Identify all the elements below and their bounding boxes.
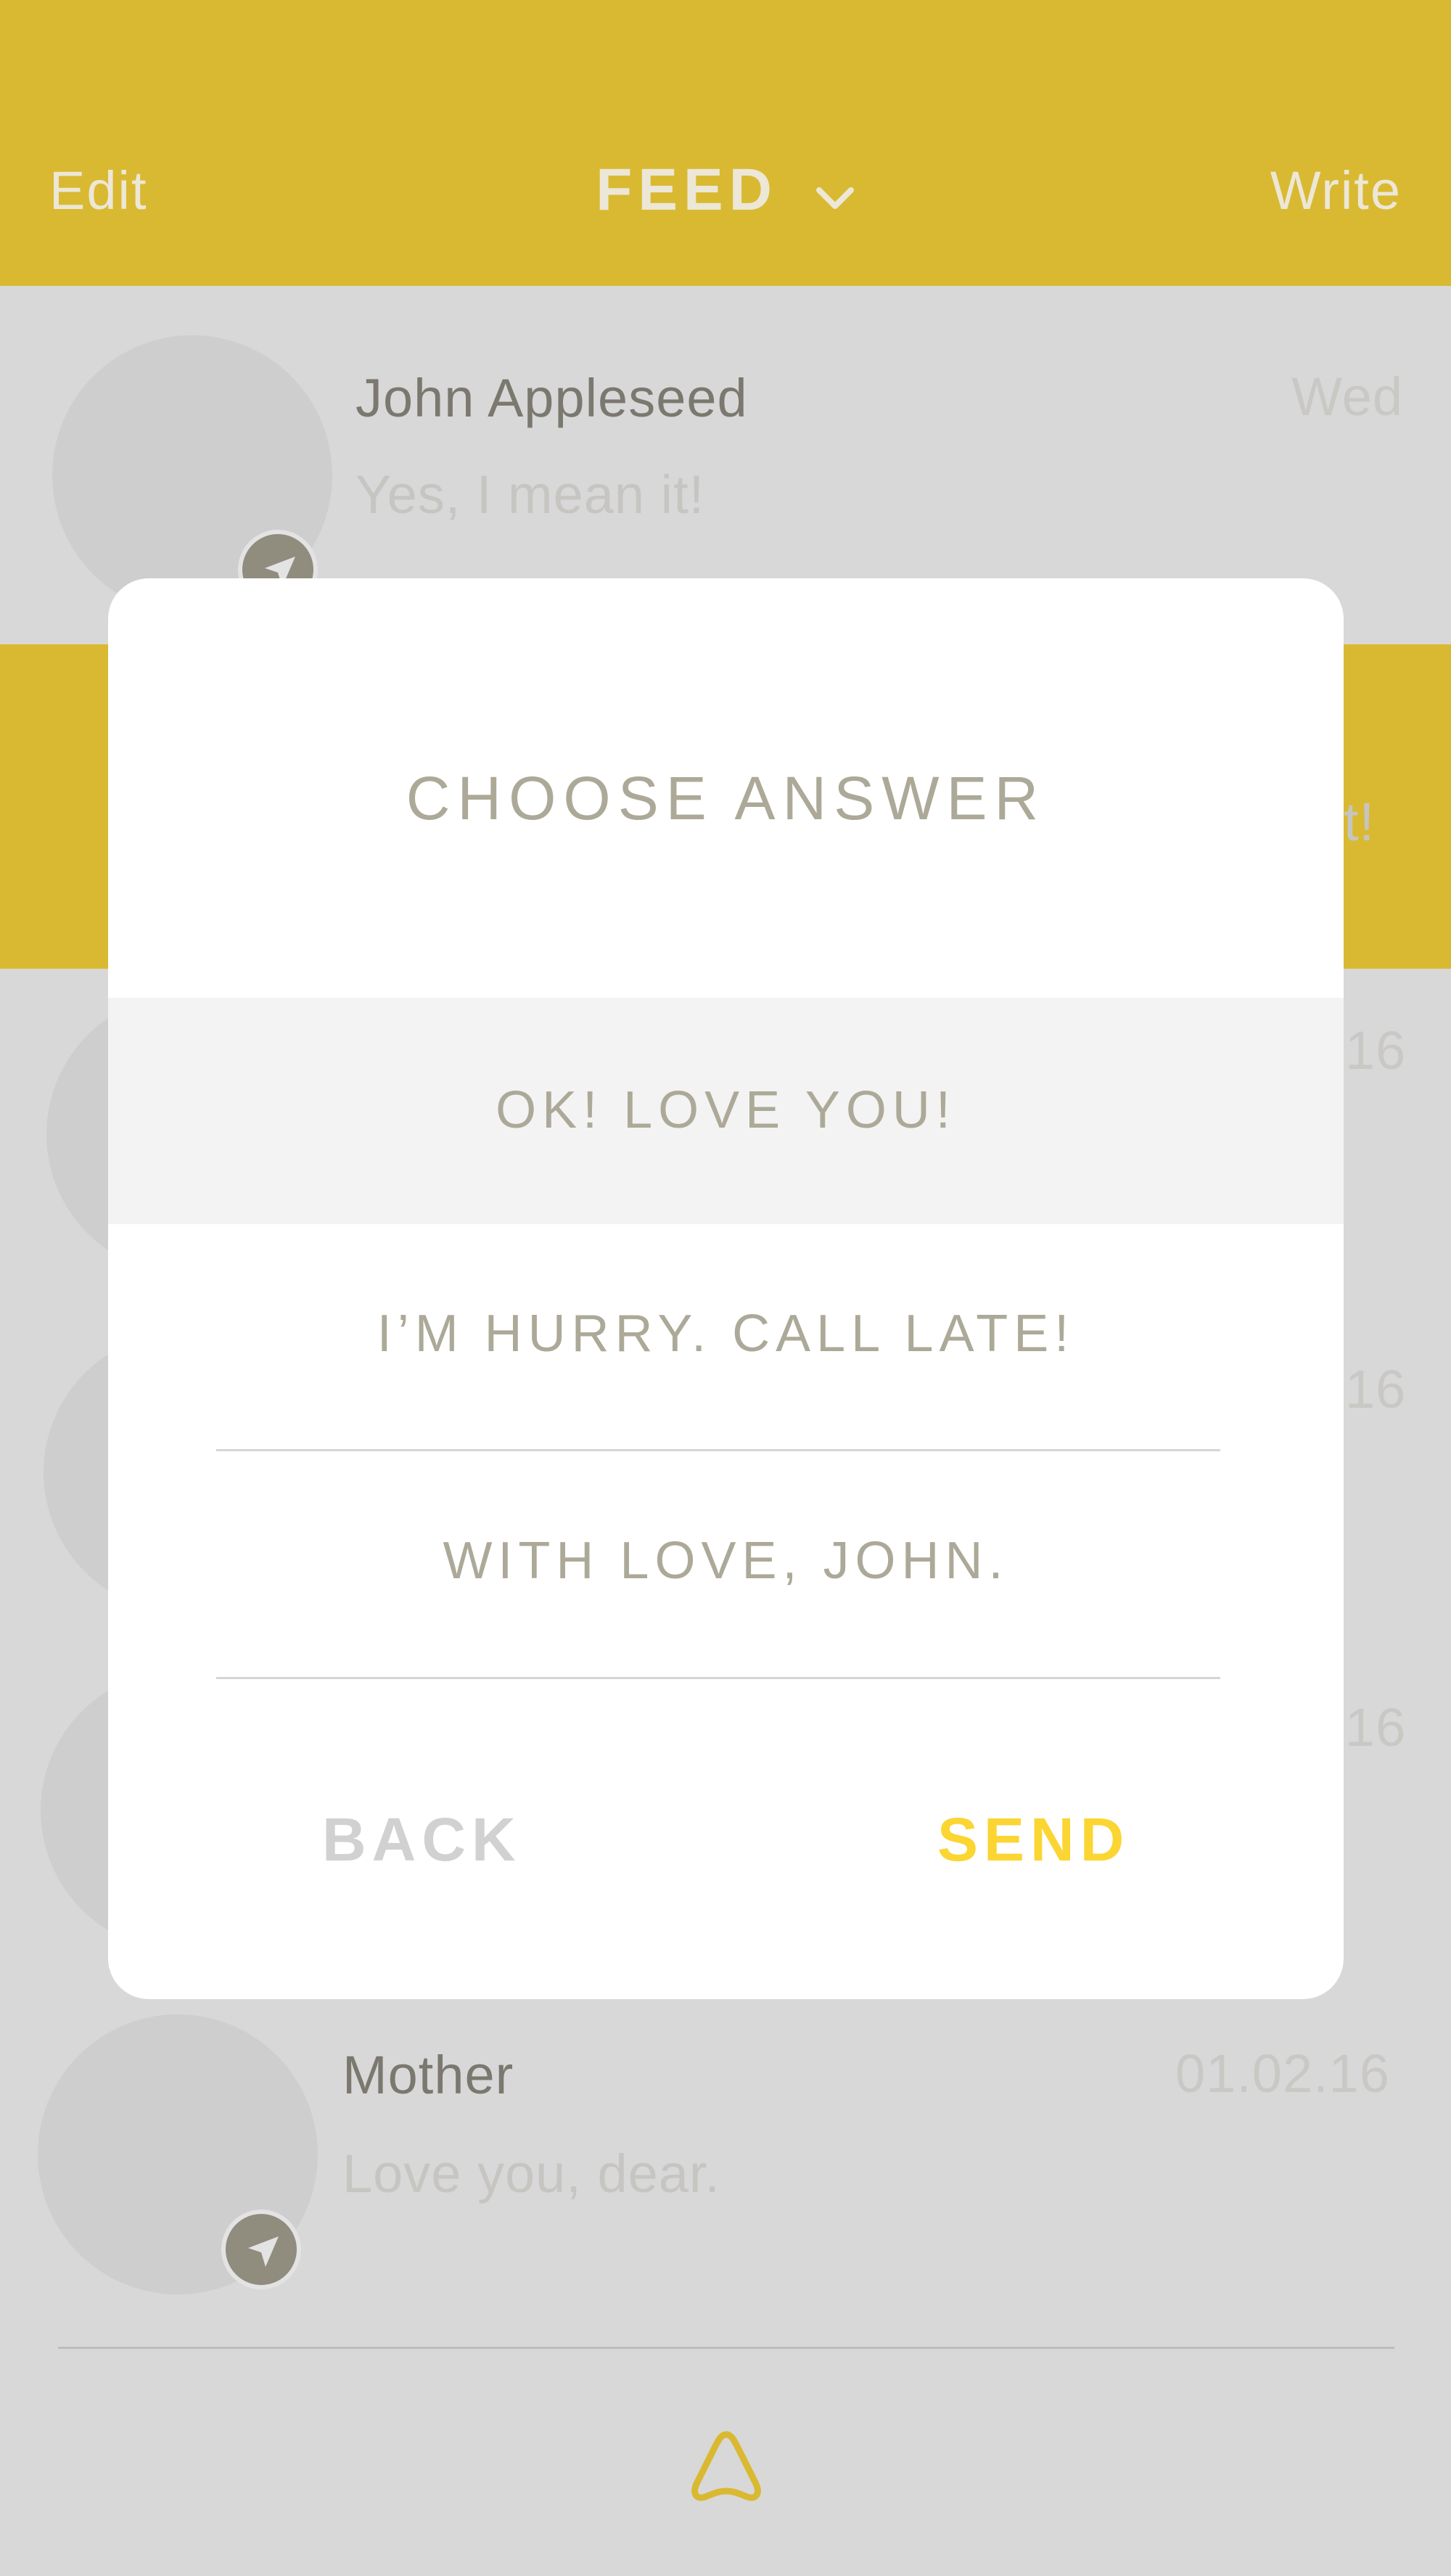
send-button[interactable]: SEND: [937, 1805, 1130, 1875]
answer-option[interactable]: OK! LOVE YOU!: [108, 998, 1344, 1224]
feed-title: FEED: [596, 157, 778, 223]
message-preview: Love you, dear.: [342, 2144, 721, 2204]
feed-title-dropdown[interactable]: FEED: [0, 156, 1451, 228]
answer-option[interactable]: WITH LOVE, JOHN.: [108, 1451, 1344, 1678]
app-header: Edit FEED Write: [0, 0, 1451, 286]
chevron-down-icon: [815, 160, 855, 228]
answer-option-label: I’M HURRY. CALL LATE!: [377, 1305, 1075, 1363]
back-button[interactable]: BACK: [322, 1805, 522, 1875]
message-date: 16: [1345, 1697, 1407, 1757]
choose-answer-dialog: CHOOSE ANSWER OK! LOVE YOU! I’M HURRY. C…: [108, 578, 1344, 1999]
message-preview: Yes, I mean it!: [355, 464, 705, 525]
answer-option-label: WITH LOVE, JOHN.: [443, 1532, 1009, 1590]
dialog-title: CHOOSE ANSWER: [406, 764, 1046, 832]
option-divider: [216, 1677, 1220, 1679]
message-date: 16: [1345, 1020, 1407, 1080]
feed-row-mother[interactable]: Mother Love you, dear. 01.02.16: [0, 1999, 1451, 2347]
answer-option-label: OK! LOVE YOU!: [496, 1081, 956, 1139]
contact-name: John Appleseed: [355, 368, 748, 428]
triangle-logo-icon[interactable]: [686, 2427, 766, 2511]
message-date: 01.02.16: [1175, 2043, 1390, 2104]
message-preview: t!: [1344, 792, 1376, 852]
sent-badge: [221, 2210, 301, 2289]
message-date: 16: [1345, 1359, 1407, 1419]
tabbar-divider: [58, 2347, 1394, 2349]
answer-option[interactable]: I’M HURRY. CALL LATE!: [108, 1224, 1344, 1451]
message-date: Wed: [1291, 366, 1403, 427]
write-button[interactable]: Write: [1270, 160, 1402, 221]
contact-name: Mother: [342, 2045, 514, 2105]
send-arrow-icon: [248, 2236, 279, 2267]
